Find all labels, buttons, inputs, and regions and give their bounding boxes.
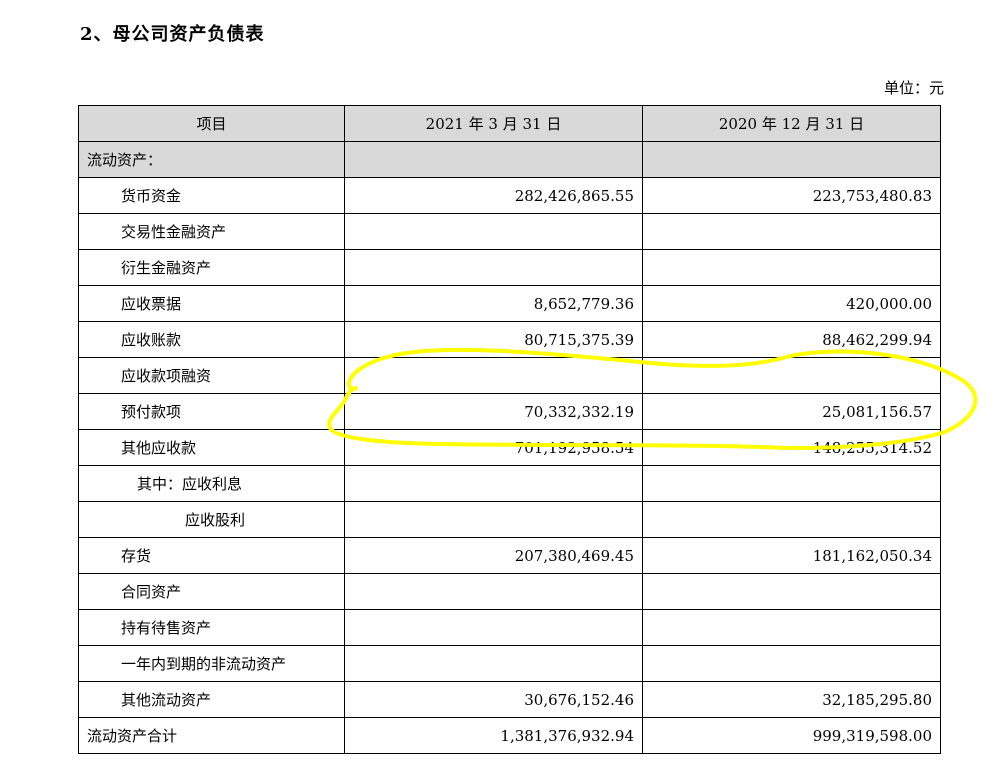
- row-label: 存货: [78, 537, 345, 574]
- balance-sheet-table: 项目 2021 年 3 月 31 日 2020 年 12 月 31 日 流动资产…: [78, 105, 941, 754]
- table-row: 应收账款 80,715,375.39 88,462,299.94: [78, 321, 941, 358]
- value-2021-03-31: 1,381,376,932.94: [344, 717, 643, 754]
- table-row: 其他应收款 701,192,958.54 148,255,314.52: [78, 429, 941, 466]
- value-2021-03-31: 30,676,152.46: [344, 681, 643, 718]
- row-label: 预付款项: [78, 393, 345, 430]
- row-label: 持有待售资产: [78, 609, 345, 646]
- table-row: 其中：应收利息: [78, 465, 941, 502]
- value-2020-12-31: 32,185,295.80: [642, 681, 941, 718]
- value-2020-12-31: 420,000.00: [642, 285, 941, 322]
- value-2021-03-31: [344, 213, 643, 250]
- row-label: 流动资产合计: [78, 717, 345, 754]
- column-header-2021-03-31: 2021 年 3 月 31 日: [344, 105, 643, 142]
- row-label: 交易性金融资产: [78, 213, 345, 250]
- value-2021-03-31: 207,380,469.45: [344, 537, 643, 574]
- value-2021-03-31: [344, 357, 643, 394]
- value-2020-12-31: 181,162,050.34: [642, 537, 941, 574]
- value-2020-12-31: [642, 465, 941, 502]
- value-2020-12-31: 88,462,299.94: [642, 321, 941, 358]
- value-2021-03-31: 282,426,865.55: [344, 177, 643, 214]
- value-2020-12-31: [642, 213, 941, 250]
- table-row: 流动资产：: [78, 141, 941, 178]
- table-row: 存货 207,380,469.45 181,162,050.34: [78, 537, 941, 574]
- value-2020-12-31: [642, 501, 941, 538]
- row-label: 应收股利: [78, 501, 345, 538]
- value-2020-12-31: [642, 609, 941, 646]
- table-row: 应收票据 8,652,779.36 420,000.00: [78, 285, 941, 322]
- value-2021-03-31: [344, 249, 643, 286]
- row-label: 其他流动资产: [78, 681, 345, 718]
- column-header-item: 项目: [78, 105, 345, 142]
- unit-label: 单位：元: [883, 79, 944, 97]
- row-label: 流动资产：: [78, 141, 345, 178]
- value-2021-03-31: [344, 573, 643, 610]
- row-label: 货币资金: [78, 177, 345, 214]
- value-2021-03-31: [344, 645, 643, 682]
- value-2020-12-31: 999,319,598.00: [642, 717, 941, 754]
- table-row: 合同资产: [78, 573, 941, 610]
- value-2021-03-31: [344, 465, 643, 502]
- row-label: 应收票据: [78, 285, 345, 322]
- row-label: 应收账款: [78, 321, 345, 358]
- row-label: 合同资产: [78, 573, 345, 610]
- value-2020-12-31: 148,255,314.52: [642, 429, 941, 466]
- value-2021-03-31: 8,652,779.36: [344, 285, 643, 322]
- table-row: 应收款项融资: [78, 357, 941, 394]
- row-label: 其中：应收利息: [78, 465, 345, 502]
- value-2020-12-31: 25,081,156.57: [642, 393, 941, 430]
- value-2020-12-31: [642, 357, 941, 394]
- table-row: 其他流动资产 30,676,152.46 32,185,295.80: [78, 681, 941, 718]
- row-label: 衍生金融资产: [78, 249, 345, 286]
- value-2021-03-31: 80,715,375.39: [344, 321, 643, 358]
- value-2021-03-31: 70,332,332.19: [344, 393, 643, 430]
- value-2020-12-31: [642, 141, 941, 178]
- table-row: 一年内到期的非流动资产: [78, 645, 941, 682]
- table-row: 应收股利: [78, 501, 941, 538]
- column-header-2020-12-31: 2020 年 12 月 31 日: [642, 105, 941, 142]
- value-2021-03-31: 701,192,958.54: [344, 429, 643, 466]
- table-header-row: 项目 2021 年 3 月 31 日 2020 年 12 月 31 日: [78, 105, 941, 142]
- table-row: 流动资产合计 1,381,376,932.94 999,319,598.00: [78, 717, 941, 754]
- row-label: 其他应收款: [78, 429, 345, 466]
- table-row: 交易性金融资产: [78, 213, 941, 250]
- value-2020-12-31: 223,753,480.83: [642, 177, 941, 214]
- page-title: 2、母公司资产负债表: [80, 24, 265, 45]
- value-2020-12-31: [642, 249, 941, 286]
- row-label: 一年内到期的非流动资产: [78, 645, 345, 682]
- table-row: 预付款项 70,332,332.19 25,081,156.57: [78, 393, 941, 430]
- value-2020-12-31: [642, 573, 941, 610]
- table-row: 衍生金融资产: [78, 249, 941, 286]
- table-row: 持有待售资产: [78, 609, 941, 646]
- value-2020-12-31: [642, 645, 941, 682]
- value-2021-03-31: [344, 141, 643, 178]
- value-2021-03-31: [344, 501, 643, 538]
- table-row: 货币资金 282,426,865.55 223,753,480.83: [78, 177, 941, 214]
- value-2021-03-31: [344, 609, 643, 646]
- row-label: 应收款项融资: [78, 357, 345, 394]
